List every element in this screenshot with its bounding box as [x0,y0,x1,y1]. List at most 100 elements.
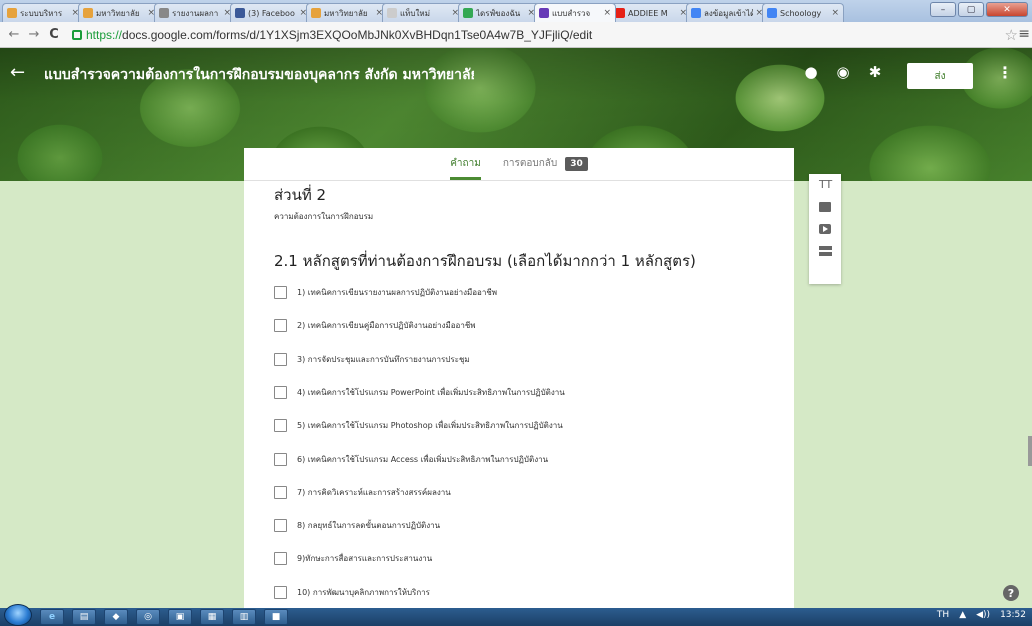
forward-arrow-icon[interactable]: → [26,27,42,42]
browser-tab[interactable]: มหาวิทยาลัย × [78,3,160,22]
checkbox[interactable] [274,385,287,399]
checkbox[interactable] [274,585,287,599]
send-button[interactable]: ส่ง [907,63,973,89]
preview-eye-icon[interactable]: ◉ [835,63,851,81]
more-vert-icon[interactable]: ⋮ [997,63,1013,82]
browser-tab-label: ไดรฟ์ของฉัน [476,8,521,18]
tab-questions[interactable]: คำถาม [450,156,481,180]
pdf-icon[interactable]: ■ [264,609,288,625]
checkbox-option-label[interactable]: 7) การคิดวิเคราะห์และการสร้างสรรค์ผลงาน [297,486,451,499]
checkbox-option[interactable]: 9)ทักษะการสื่อสารและการประสานงาน [274,550,432,566]
browser-tab[interactable]: รายงานผลกา × [154,3,236,22]
checkbox-option-label[interactable]: 6) เทคนิคการใช้โปรแกรม Access เพื่อเพิ่ม… [297,453,548,466]
checkbox-option[interactable]: 4) เทคนิคการใช้โปรแกรม PowerPoint เพื่อเ… [274,384,565,400]
tab-favicon-icon [311,8,321,18]
tab-favicon-icon [159,8,169,18]
checkbox-option-label[interactable]: 5) เทคนิคการใช้โปรแกรม Photoshop เพื่อเพ… [297,419,563,432]
tab-close-icon[interactable]: × [603,8,611,18]
ie-icon[interactable]: e [40,609,64,625]
question-title[interactable]: 2.1 หลักสูตรที่ท่านต้องการฝึกอบรม (เลือก… [274,249,696,273]
browser-tab[interactable]: แท็บใหม่ × [382,3,464,22]
minimize-button[interactable]: – [930,2,956,17]
language-indicator[interactable]: TH [937,610,949,620]
browser-tab[interactable]: ระบบบริหาร × [2,3,84,22]
checkbox-option-label[interactable]: 4) เทคนิคการใช้โปรแกรม PowerPoint เพื่อเ… [297,386,565,399]
checkbox-option[interactable]: 10) การพัฒนาบุคลิกภาพการให้บริการ [274,584,430,600]
checkbox-option[interactable]: 8) กลยุทธ์ในการลดขั้นตอนการปฏิบัติงาน [274,517,440,533]
browser-tab[interactable]: Schoology × [762,3,844,22]
checkbox-option-label[interactable]: 8) กลยุทธ์ในการลดขั้นตอนการปฏิบัติงาน [297,519,440,532]
checkbox-option-label[interactable]: 2) เทคนิคการเขียนคู่มือการปฏิบัติงานอย่า… [297,319,476,332]
tab-favicon-icon [767,8,777,18]
volume-icon[interactable]: ◀)) [976,610,990,620]
app-icon[interactable]: ▥ [232,609,256,625]
browser-tab[interactable]: แบบสำรวจ × [534,3,616,22]
explorer-icon[interactable]: ▤ [72,609,96,625]
checkbox[interactable] [274,551,287,565]
checkbox[interactable] [274,318,287,332]
checkbox[interactable] [274,352,287,366]
tray-arrow-icon[interactable]: ▲ [959,610,966,620]
checkbox-option[interactable]: 5) เทคนิคการใช้โปรแกรม Photoshop เพื่อเพ… [274,417,563,433]
checkbox[interactable] [274,485,287,499]
add-section-icon[interactable] [818,246,832,256]
add-video-icon[interactable] [819,224,831,234]
tab-favicon-icon [387,8,397,18]
page-scrollbar[interactable] [1028,436,1032,466]
checkbox[interactable] [274,518,287,532]
browser-tab-label: แท็บใหม่ [400,8,430,18]
checkbox-option[interactable]: 3) การจัดประชุมและการบันทึกรายงานการประช… [274,351,470,367]
back-arrow-icon[interactable]: ← [6,27,22,42]
url-field[interactable]: https://docs.google.com/forms/d/1Y1XSjm3… [86,28,592,42]
add-title-icon[interactable]: TT [819,179,832,190]
checkbox[interactable] [274,285,287,299]
browser-tab-label: มหาวิทยาลัย [324,8,368,18]
bookmark-star-icon[interactable]: ☆ [1005,26,1018,44]
url-scheme: https:// [86,27,123,42]
checkbox[interactable] [274,452,287,466]
floating-toolbar: TT [809,174,841,284]
checkbox-option[interactable]: 7) การคิดวิเคราะห์และการสร้างสรรค์ผลงาน [274,484,451,500]
palette-icon[interactable]: ● [803,63,819,81]
section-title[interactable]: ส่วนที่ 2 [274,183,326,207]
browser-tab[interactable]: ADDIEE M × [610,3,692,22]
checkbox-option[interactable]: 6) เทคนิคการใช้โปรแกรม Access เพื่อเพิ่ม… [274,451,548,467]
reload-icon[interactable]: C [46,27,62,42]
add-image-icon[interactable] [819,202,831,212]
help-icon[interactable]: ? [1003,585,1019,601]
browser-tab-label: ระบบบริหาร [20,8,63,18]
browser-tab[interactable]: ลงข้อมูลเข้าได้ × [686,3,768,22]
clock[interactable]: 13:52 [1000,610,1026,620]
form-tabs: คำถาม การตอบกลับ 30 [244,148,794,181]
section-description[interactable]: ความต้องการในการฝึกอบรม [274,210,373,223]
url-path: docs.google.com/forms/d/1Y1XSjm3EXQOoMbJ… [122,27,593,42]
tab-close-icon[interactable]: × [831,8,839,18]
browser-tab[interactable]: (3) Faceboo × [230,3,312,22]
checkbox-option-label[interactable]: 9)ทักษะการสื่อสารและการประสานงาน [297,552,432,565]
app-icon[interactable]: ▣ [168,609,192,625]
back-arrow-icon[interactable]: ← [10,62,25,83]
checkbox-option-label[interactable]: 3) การจัดประชุมและการบันทึกรายงานการประช… [297,353,470,366]
header-actions: ● ◉ ✱ [803,63,883,81]
checkbox-option-label[interactable]: 10) การพัฒนาบุคลิกภาพการให้บริการ [297,586,430,599]
tab-responses[interactable]: การตอบกลับ 30 [503,156,588,180]
app-icon[interactable]: ◆ [104,609,128,625]
browser-tab[interactable]: ไดรฟ์ของฉัน × [458,3,540,22]
browser-tab[interactable]: มหาวิทยาลัย × [306,3,388,22]
maximize-button[interactable]: ▢ [958,2,984,17]
browser-tab-label: ADDIEE M [628,8,668,18]
checkbox-option[interactable]: 2) เทคนิคการเขียนคู่มือการปฏิบัติงานอย่า… [274,317,476,333]
close-window-button[interactable]: ✕ [986,2,1028,17]
tab-responses-label: การตอบกลับ [502,158,558,169]
address-bar: ← → C https://docs.google.com/forms/d/1Y… [0,22,1032,48]
chrome-icon[interactable]: ◎ [136,609,160,625]
checkbox-option-label[interactable]: 1) เทคนิคการเขียนรายงานผลการปฏิบัติงานอย… [297,286,497,299]
start-button[interactable] [4,604,32,626]
checkbox[interactable] [274,418,287,432]
browser-menu-icon[interactable]: ≡ [1018,26,1030,42]
settings-gear-icon[interactable]: ✱ [867,63,883,81]
app-icon[interactable]: ▦ [200,609,224,625]
checkbox-option[interactable]: 1) เทคนิคการเขียนรายงานผลการปฏิบัติงานอย… [274,284,497,300]
browser-tab-label: แบบสำรวจ [552,8,591,18]
tab-favicon-icon [235,8,245,18]
